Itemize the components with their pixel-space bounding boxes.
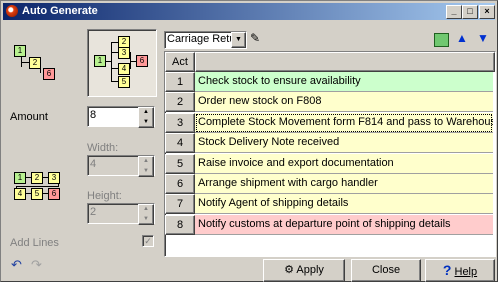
width-label: Width: [87,142,119,154]
table-row[interactable]: 3 Complete Stock Movement form F814 and p… [165,112,495,133]
spin-down-icon[interactable]: ▼ [139,167,153,177]
move-up-icon[interactable]: ▲ [456,31,468,45]
table-row[interactable]: 4 Stock Delivery Note received [165,133,495,154]
spin-up-icon[interactable]: ▲ [139,157,153,167]
height-label: Height: [87,190,122,202]
height-value: 2 [90,206,97,218]
undo-icon[interactable]: ↶ [11,257,22,273]
table-row[interactable]: 2 Order new stock on F808 [165,92,495,113]
row-act-number[interactable]: 7 [165,194,195,215]
redo-icon[interactable]: ↷ [31,257,42,273]
table-row[interactable]: 6 Arrange shipment with cargo handler [165,174,495,194]
add-lines-checkbox[interactable]: ✓ [142,235,154,247]
diagram-node: 6 [43,68,55,80]
row-act-number[interactable]: 3 [165,112,195,133]
close-window-button[interactable]: × [479,5,495,19]
grid-diagram-option[interactable]: 1 2 3 4 5 6 [11,172,73,208]
row-act-number[interactable]: 2 [165,92,195,113]
minimize-button[interactable]: _ [446,5,462,19]
spin-up-icon[interactable]: ▲ [139,108,153,118]
diagram-node: 1 [14,172,26,184]
window-title: Auto Generate [22,5,98,17]
close-button[interactable]: Close [351,259,421,282]
add-lines-label: Add Lines [10,237,59,249]
close-label: Close [371,264,401,276]
app-icon [6,5,18,17]
amount-value: 8 [90,109,97,121]
table-row[interactable]: 1 Check stock to ensure availability [165,72,495,92]
help-button[interactable]: ? Help [425,259,495,282]
description-column-header[interactable] [195,52,495,72]
apply-button[interactable]: ⚙ Apply [263,259,345,282]
diagram-node: 1 [94,55,106,67]
branch-diagram-option[interactable]: 1 2 3 4 5 6 [87,29,157,97]
spin-down-icon[interactable]: ▼ [139,215,153,225]
spin-up-icon[interactable]: ▲ [139,205,153,215]
diagram-node: 2 [31,172,43,184]
import-icon[interactable]: ✎ [250,31,260,45]
row-description[interactable]: Stock Delivery Note received [195,133,493,154]
row-description[interactable]: Notify Agent of shipping details [195,194,493,215]
width-value: 4 [90,158,97,170]
maximize-button[interactable]: □ [462,5,478,19]
diagram-node: 5 [31,188,43,200]
row-description[interactable]: Arrange shipment with cargo handler [195,174,493,194]
title-bar[interactable]: Auto Generate _ □ × [3,3,495,20]
diagram-node: 5 [118,76,130,88]
diagram-node: 3 [118,47,130,59]
apply-icon: ⚙ [284,264,294,276]
row-act-number[interactable]: 4 [165,133,195,154]
height-input[interactable]: 2 ▲ ▼ [87,203,155,225]
chevron-down-icon[interactable]: ▼ [231,32,246,48]
row-act-number[interactable]: 6 [165,174,195,194]
amount-input[interactable]: 8 ▲ ▼ [87,106,155,128]
apply-label: Apply [296,264,324,276]
simple-diagram-option[interactable]: 1 2 6 [11,45,57,81]
row-description[interactable]: Complete Stock Movement form F814 and pa… [195,112,493,133]
table-row[interactable]: 7 Notify Agent of shipping details [165,194,495,215]
diagram-node: 6 [48,188,60,200]
row-act-number[interactable]: 1 [165,72,195,92]
width-input[interactable]: 4 ▲ ▼ [87,155,155,177]
diagram-node: 4 [118,63,130,75]
spin-down-icon[interactable]: ▼ [139,118,153,128]
amount-label: Amount [10,111,48,123]
diagram-node: 2 [29,57,41,69]
diagram-node: 6 [136,55,148,67]
act-column-header[interactable]: Act [165,52,195,72]
row-description[interactable]: Notify customs at departure point of shi… [195,214,493,235]
move-down-icon[interactable]: ▼ [477,31,489,45]
row-act-number[interactable]: 8 [165,214,195,235]
diagram-node: 4 [14,188,26,200]
diagram-node: 1 [14,45,26,57]
row-description[interactable]: Raise invoice and export documentation [195,153,493,174]
row-description[interactable]: Order new stock on F808 [195,92,493,113]
view-icon[interactable] [434,33,449,47]
table-row[interactable]: 8 Notify customs at departure point of sh… [165,214,495,235]
separator-select[interactable]: Carriage Return ▼ [164,31,247,49]
row-description[interactable]: Check stock to ensure availability [195,72,493,92]
diagram-node: 3 [48,172,60,184]
row-act-number[interactable]: 5 [165,153,195,174]
table-row[interactable]: 5 Raise invoice and export documentation [165,153,495,174]
help-label: Help [454,266,478,278]
auto-generate-window: Auto Generate _ □ × 1 2 6 1 2 3 4 5 6 Am… [0,0,498,282]
activity-table: Act 1 Check stock to ensure availability 2… [164,51,496,257]
help-icon: ? [442,262,452,278]
